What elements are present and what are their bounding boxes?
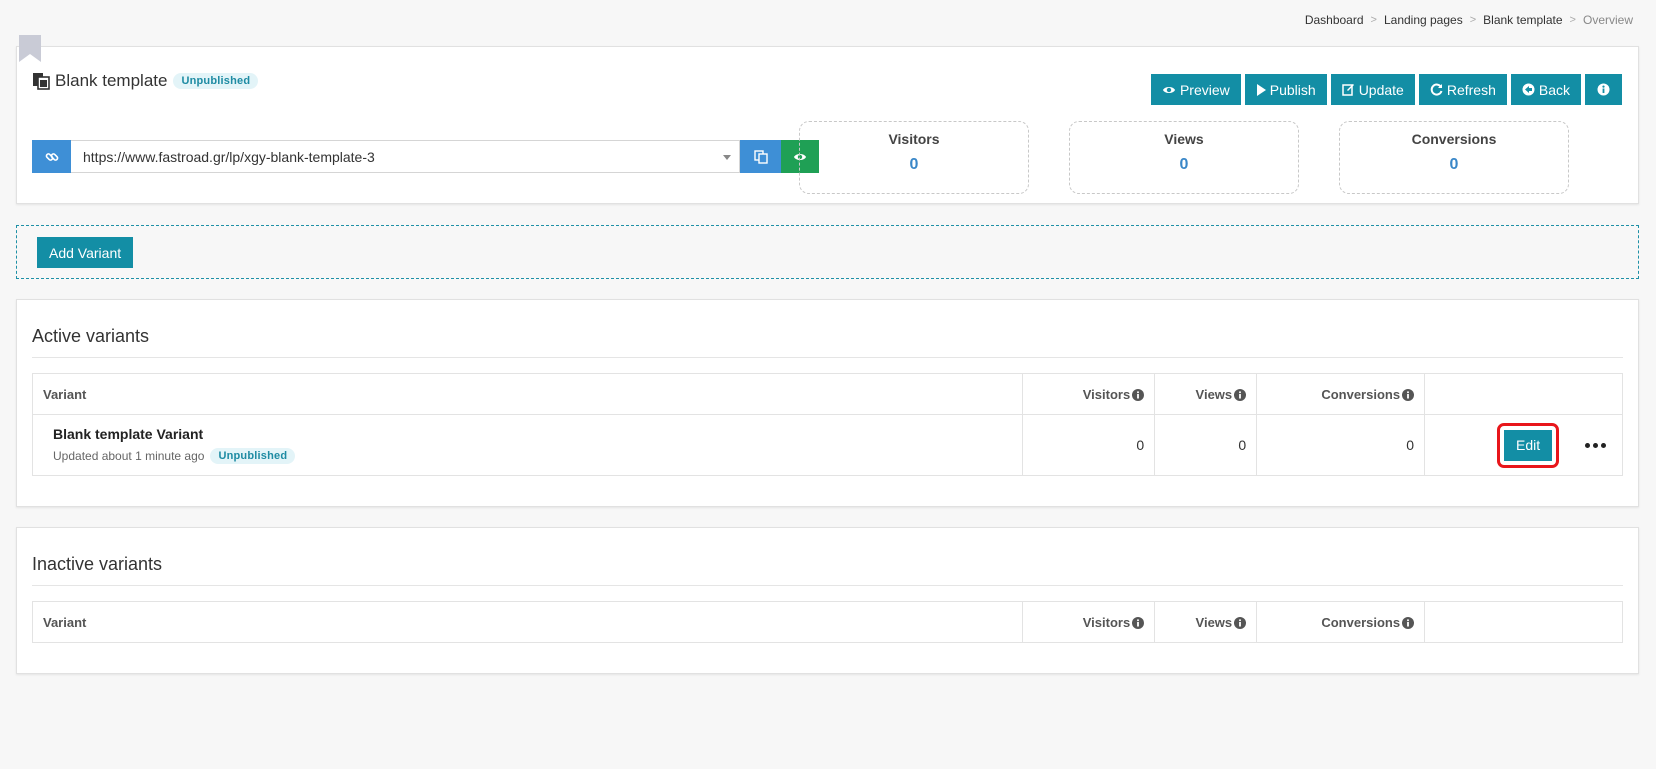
url-select[interactable]: https://www.fastroad.gr/lp/xgy-blank-tem… (71, 140, 740, 173)
refresh-icon (1430, 83, 1443, 96)
variant-updated: Updated about 1 minute ago (53, 449, 205, 463)
back-label: Back (1538, 81, 1570, 98)
divider (32, 585, 1623, 586)
link-button[interactable] (32, 140, 71, 173)
edit-icon (1341, 84, 1354, 96)
status-badge: Unpublished (210, 448, 296, 464)
breadcrumb-landing-pages[interactable]: Landing pages (1384, 13, 1463, 27)
active-variants-title: Active variants (32, 326, 150, 346)
column-header-conversions-label: Conversions (1321, 614, 1401, 630)
publish-label: Publish (1269, 81, 1316, 98)
views-stat: Views 0 (1069, 121, 1299, 194)
add-variant-panel: Add Variant (16, 225, 1639, 279)
copy-url-button[interactable] (740, 140, 781, 173)
breadcrumb-separator: > (1370, 14, 1377, 26)
column-header-views-label: Views (1195, 386, 1233, 402)
edit-button[interactable]: Edit (1503, 429, 1553, 461)
arrow-circle-left-icon (1522, 83, 1535, 96)
info-icon[interactable] (1234, 388, 1247, 401)
divider (32, 357, 1623, 358)
breadcrumb-dashboard[interactable]: Dashboard (1305, 13, 1364, 27)
breadcrumb-blank-template[interactable]: Blank template (1483, 13, 1562, 27)
ellipsis-dot (1585, 442, 1590, 448)
inactive-variants-title: Inactive variants (32, 554, 163, 574)
table-header-row: Variant Visitors Views Conversions (31, 601, 1623, 643)
visitors-stat-label: Visitors (888, 131, 940, 147)
conversions-stat-label: Conversions (1411, 131, 1497, 147)
column-header-visitors-label: Visitors (1082, 386, 1131, 402)
info-icon[interactable] (1234, 616, 1247, 629)
conversions-stat-value: 0 (1449, 156, 1459, 173)
variant-visitors: 0 (1022, 414, 1156, 476)
table-header-row: Variant Visitors Views Conversions (31, 373, 1623, 415)
add-variant-button[interactable]: Add Variant (37, 237, 134, 268)
column-header-actions (1424, 373, 1623, 415)
breadcrumb-separator: > (1469, 14, 1477, 26)
update-label: Update (1358, 81, 1404, 98)
page-title: Blank template Unpublished (32, 71, 259, 91)
ellipsis-dot (1593, 442, 1598, 448)
column-header-variant: Variant (31, 601, 1024, 643)
url-input-group: https://www.fastroad.gr/lp/xgy-blank-tem… (32, 140, 819, 173)
info-icon[interactable] (1402, 616, 1415, 629)
column-header-views: Views (1154, 373, 1258, 415)
info-icon (1597, 83, 1610, 96)
refresh-label: Refresh (1446, 81, 1496, 98)
column-header-visitors: Visitors (1022, 601, 1156, 643)
edit-button-highlight: Edit (1496, 422, 1560, 468)
column-header-conversions: Conversions (1256, 373, 1426, 415)
column-header-visitors: Visitors (1022, 373, 1156, 415)
preview-button[interactable]: Preview (1150, 74, 1241, 105)
conversions-stat: Conversions 0 (1339, 121, 1569, 194)
inactive-variants-table: Variant Visitors Views Conversions (31, 601, 1623, 643)
variant-name[interactable]: Blank template Variant (53, 426, 1012, 442)
breadcrumb-current: Overview (1582, 13, 1633, 27)
breadcrumb: Dashboard > Landing pages > Blank templa… (1305, 13, 1633, 27)
views-stat-label: Views (1164, 131, 1204, 147)
column-header-variant: Variant (31, 373, 1024, 415)
views-stat-value: 0 (1179, 156, 1189, 173)
url-value: https://www.fastroad.gr/lp/xgy-blank-tem… (83, 148, 375, 165)
page-toolbar: Preview Publish Update Refresh Back (1150, 74, 1622, 105)
visitors-stat-value: 0 (909, 156, 919, 173)
breadcrumb-separator: > (1569, 14, 1576, 26)
info-icon[interactable] (1132, 616, 1145, 629)
page-title-text: Blank template (55, 71, 168, 90)
more-options-button[interactable] (1585, 442, 1606, 448)
active-variants-table: Variant Visitors Views Conversions Blank… (31, 373, 1623, 476)
info-icon[interactable] (1402, 388, 1415, 401)
copy-icon (753, 149, 768, 164)
variant-meta: Updated about 1 minute ago Unpublished (53, 448, 1012, 464)
column-header-conversions: Conversions (1256, 601, 1426, 643)
info-icon[interactable] (1132, 388, 1145, 401)
refresh-button[interactable]: Refresh (1418, 74, 1507, 105)
ellipsis-dot (1601, 442, 1606, 448)
variant-conversions: 0 (1256, 414, 1426, 476)
play-icon (1256, 83, 1266, 96)
link-icon (45, 152, 58, 161)
column-header-actions (1424, 601, 1623, 643)
landing-page-header-panel: Blank template Unpublished Preview Publi… (16, 46, 1639, 204)
column-header-visitors-label: Visitors (1082, 614, 1131, 630)
variant-cell: Blank template Variant Updated about 1 m… (31, 414, 1024, 476)
variant-views: 0 (1154, 414, 1258, 476)
back-button[interactable]: Back (1510, 74, 1581, 105)
column-header-conversions-label: Conversions (1321, 386, 1401, 402)
bookmark-icon (19, 35, 41, 62)
column-header-views-label: Views (1195, 614, 1233, 630)
publish-button[interactable]: Publish (1244, 74, 1327, 105)
visitors-stat: Visitors 0 (799, 121, 1029, 194)
update-button[interactable]: Update (1330, 74, 1415, 105)
column-header-views: Views (1154, 601, 1258, 643)
chevron-down-icon (723, 155, 731, 160)
status-badge: Unpublished (173, 73, 259, 89)
preview-label: Preview (1179, 81, 1230, 98)
eye-icon (1162, 86, 1175, 93)
variant-actions: Edit (1424, 414, 1623, 476)
active-variants-panel: Active variants Variant Visitors Views C… (16, 299, 1639, 507)
info-button[interactable] (1585, 74, 1622, 105)
copy-document-icon (33, 73, 50, 90)
table-row: Blank template Variant Updated about 1 m… (31, 414, 1623, 476)
inactive-variants-panel: Inactive variants Variant Visitors Views… (16, 527, 1639, 674)
